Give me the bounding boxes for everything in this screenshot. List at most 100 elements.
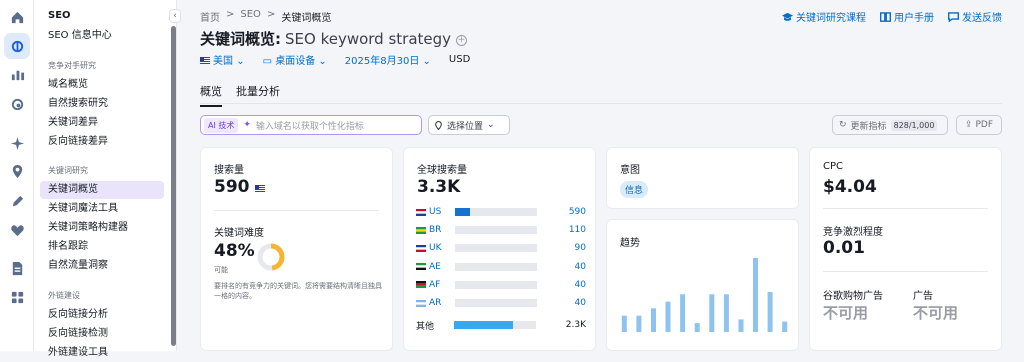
trend-bar[interactable] bbox=[723, 294, 729, 332]
intent-badge[interactable]: 信息 bbox=[620, 181, 649, 198]
currency-label: USD bbox=[448, 54, 471, 65]
trend-bar[interactable] bbox=[636, 315, 642, 332]
device-select[interactable]: ▭ 桌面设备 ⌄ bbox=[263, 52, 327, 67]
intent-wrapper: 信息 bbox=[620, 178, 649, 198]
ai-badge: AI 技术 bbox=[204, 117, 239, 133]
add-keyword-icon[interactable]: + bbox=[456, 35, 468, 46]
chart-icon[interactable] bbox=[8, 65, 26, 83]
update-metrics-button[interactable]: ↻ 更新指标 828/1,000 bbox=[832, 115, 948, 135]
sidebar-item[interactable]: 关键词魔法工具 bbox=[40, 200, 164, 218]
feedback-link[interactable]: 发送反馈 bbox=[948, 9, 1002, 24]
breadcrumb-seo[interactable]: SEO bbox=[240, 9, 261, 24]
ai-input-placeholder: 输入域名以获取个性化指标 bbox=[255, 121, 364, 132]
chevron-down-icon: ⌄ bbox=[318, 56, 327, 67]
global-volume-label: 全球搜索量 bbox=[417, 165, 467, 176]
apps-icon[interactable] bbox=[8, 288, 26, 306]
seo-icon[interactable] bbox=[4, 33, 30, 59]
update-label: 更新指标 bbox=[850, 121, 887, 132]
shopping-ads-label: 谷歌购物广告 bbox=[823, 291, 883, 302]
country-row-af[interactable]: AF 40 bbox=[416, 279, 586, 291]
breadcrumb-current: 关键词概览 bbox=[281, 13, 332, 24]
trend-bar[interactable] bbox=[767, 292, 773, 332]
country-row-ae[interactable]: AE 40 bbox=[416, 261, 586, 273]
content-icon[interactable] bbox=[8, 192, 26, 210]
trend-bar[interactable] bbox=[709, 294, 715, 332]
icon-rail bbox=[0, 0, 34, 351]
filters-bar: 美国 ⌄ ▭ 桌面设备 ⌄ 2025年8月30日 ⌄ USD bbox=[200, 52, 470, 67]
ai-icon[interactable] bbox=[8, 134, 26, 152]
sidebar-group-title: 竞争对手研究 bbox=[48, 61, 96, 70]
location-pin-icon[interactable] bbox=[8, 162, 26, 180]
ae-flag-icon bbox=[416, 263, 426, 271]
country-value: 40 bbox=[574, 298, 586, 308]
book-icon bbox=[880, 11, 891, 22]
us-flag-icon bbox=[416, 208, 426, 216]
sidebar-item[interactable]: 外链建设工具 bbox=[40, 344, 164, 362]
ar-flag-icon bbox=[416, 299, 426, 307]
volume-value: 590 bbox=[214, 177, 268, 197]
volume-number: 590 bbox=[214, 177, 250, 197]
home-icon[interactable] bbox=[8, 8, 26, 26]
country-code: AF bbox=[429, 279, 441, 290]
sparkle-icon: ✦ bbox=[243, 120, 251, 130]
date-select[interactable]: 2025年8月30日 ⌄ bbox=[345, 52, 431, 67]
kd-description: 要排名的有竞争力的关键词。您将需要结构清晰且独具一格的内容。 bbox=[214, 282, 382, 300]
sidebar-item[interactable]: 排名跟踪 bbox=[40, 238, 164, 256]
pdf-export-button[interactable]: ⇪ PDF bbox=[956, 115, 1002, 135]
page-title-label: 关键词概览: bbox=[200, 30, 281, 48]
social-icon[interactable] bbox=[8, 221, 26, 239]
country-select[interactable]: 美国 ⌄ bbox=[200, 52, 245, 67]
country-code: BR bbox=[429, 225, 442, 236]
manual-link[interactable]: 用户手册 bbox=[880, 9, 934, 24]
sidebar-item[interactable]: 关键词差异 bbox=[40, 114, 164, 132]
graduation-cap-icon bbox=[782, 12, 793, 21]
sidebar-item-seo-dashboard[interactable]: SEO 信息中心 bbox=[40, 27, 164, 45]
local-icon[interactable] bbox=[8, 95, 26, 113]
sidebar-item[interactable]: 域名概览 bbox=[40, 76, 164, 94]
country-bar bbox=[455, 299, 537, 307]
country-code: UK bbox=[429, 243, 442, 254]
country-row-ar[interactable]: AR 40 bbox=[416, 297, 586, 309]
sidebar-group-title: 外链建设 bbox=[48, 291, 80, 300]
trend-bar[interactable] bbox=[738, 319, 744, 332]
trend-bar[interactable] bbox=[694, 323, 700, 332]
br-flag-icon bbox=[416, 226, 426, 234]
trend-bar[interactable] bbox=[753, 258, 758, 332]
trend-bar[interactable] bbox=[782, 321, 788, 332]
breadcrumb-home[interactable]: 首页 bbox=[200, 9, 220, 24]
course-link[interactable]: 关键词研究课程 bbox=[782, 9, 866, 24]
sidebar-item[interactable]: 自然流量洞察 bbox=[40, 257, 164, 275]
trend-bar[interactable] bbox=[621, 315, 627, 332]
sidebar-item-active[interactable]: 关键词概览 bbox=[40, 181, 164, 199]
sidebar-item[interactable]: 反向链接分析 bbox=[40, 306, 164, 324]
intent-card: 意图 信息 bbox=[606, 147, 799, 209]
location-pin-icon bbox=[435, 120, 442, 130]
trend-bar[interactable] bbox=[665, 301, 671, 332]
country-code: US bbox=[429, 207, 442, 217]
trend-bar[interactable] bbox=[651, 308, 656, 332]
feedback-icon bbox=[948, 11, 959, 22]
location-select[interactable]: 选择位置 ⌄ bbox=[428, 115, 510, 135]
sidebar-item[interactable]: 关键词策略构建器 bbox=[40, 219, 164, 237]
trend-bar[interactable] bbox=[680, 294, 686, 332]
country-bar bbox=[455, 226, 537, 235]
top-links: 关键词研究课程 用户手册 发送反馈 bbox=[782, 9, 1002, 24]
other-bar bbox=[454, 321, 536, 329]
ai-domain-input[interactable]: AI 技术 ✦ 输入域名以获取个性化指标 bbox=[200, 115, 422, 135]
country-code: AE bbox=[429, 261, 441, 272]
sidebar-item[interactable]: 反向链接差异 bbox=[40, 133, 164, 151]
country-row-br[interactable]: BR 110 bbox=[416, 224, 586, 236]
report-icon[interactable] bbox=[8, 259, 26, 277]
sidebar-item[interactable]: 反向链接检测 bbox=[40, 325, 164, 343]
refresh-icon: ↻ bbox=[839, 120, 847, 130]
cpc-card: CPC $4.04 竞争激烈程度 0.01 谷歌购物广告 不可用 广告 不可用 bbox=[809, 147, 1002, 351]
sidebar-item[interactable]: 自然搜索研究 bbox=[40, 95, 164, 113]
other-label: 其他 bbox=[416, 321, 435, 332]
country-row-uk[interactable]: UK 90 bbox=[416, 242, 586, 254]
country-row-us[interactable]: US 590 bbox=[416, 206, 586, 218]
chevron-left-icon: ‹ bbox=[173, 11, 177, 21]
sidebar-scrollbar[interactable] bbox=[171, 26, 176, 346]
cpc-label: CPC bbox=[823, 161, 843, 172]
country-bar-fill bbox=[455, 208, 470, 216]
country-value: 110 bbox=[568, 225, 586, 236]
